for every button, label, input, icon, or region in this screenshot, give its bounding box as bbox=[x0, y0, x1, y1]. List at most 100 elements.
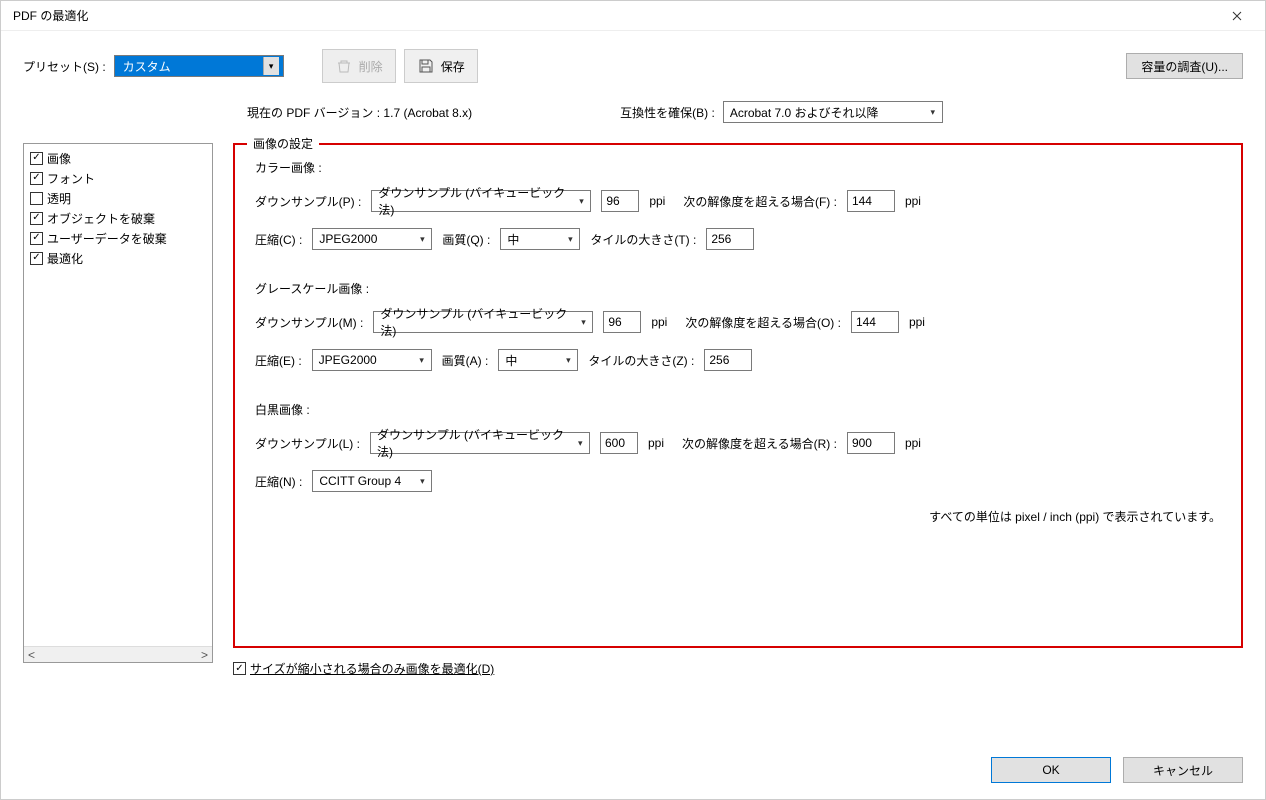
compat-label: 互換性を確保(B) : bbox=[620, 104, 715, 121]
color-qual-label: 画質(Q) : bbox=[442, 231, 490, 248]
sidebar-item-image[interactable]: 画像 bbox=[30, 148, 206, 168]
category-list[interactable]: 画像 フォント 透明 オブジェクトを破棄 ユーザーデータを破棄 bbox=[23, 143, 213, 663]
chevron-down-icon: ▾ bbox=[263, 57, 279, 75]
image-settings-frame: 画像の設定 カラー画像 : ダウンサンプル(P) : ダウンサンプル (バイキュ… bbox=[233, 143, 1243, 648]
mono-ds-label: ダウンサンプル(L) : bbox=[255, 435, 360, 452]
color-over-input[interactable]: 144 bbox=[847, 190, 895, 212]
gray-over-input[interactable]: 144 bbox=[851, 311, 899, 333]
optimize-only-shrink-checkbox[interactable] bbox=[233, 662, 246, 675]
color-qual-value: 中 bbox=[507, 231, 519, 248]
sidebar-item-label: 画像 bbox=[47, 150, 71, 167]
sidebar-item-discard-userdata[interactable]: ユーザーデータを破棄 bbox=[30, 228, 206, 248]
gray-title: グレースケール画像 : bbox=[255, 280, 1221, 297]
mono-over-input[interactable]: 900 bbox=[847, 432, 895, 454]
gray-ds-value: ダウンサンプル (バイキュービック法) bbox=[380, 305, 576, 339]
preset-combo[interactable]: カスタム ▾ bbox=[114, 55, 284, 77]
mono-ds-input[interactable]: 600 bbox=[600, 432, 638, 454]
delete-button-label: 削除 bbox=[359, 58, 383, 75]
mono-ds-combo[interactable]: ダウンサンプル (バイキュービック法) ▾ bbox=[370, 432, 590, 454]
chevron-down-icon: ▾ bbox=[415, 472, 429, 490]
ppi-label: ppi bbox=[905, 436, 929, 450]
chevron-down-icon: ▾ bbox=[575, 192, 589, 210]
sidebar-item-font[interactable]: フォント bbox=[30, 168, 206, 188]
color-tile-input[interactable]: 256 bbox=[706, 228, 754, 250]
close-icon bbox=[1232, 11, 1242, 21]
audit-usage-label: 容量の調査(U)... bbox=[1141, 58, 1228, 75]
save-button-label: 保存 bbox=[441, 58, 465, 75]
compat-value: Acrobat 7.0 およびそれ以降 bbox=[730, 104, 879, 121]
dialog-window: PDF の最適化 プリセット(S) : カスタム ▾ 削除 保存 bbox=[0, 0, 1266, 800]
color-ds-label: ダウンサンプル(P) : bbox=[255, 193, 361, 210]
gray-ds-combo[interactable]: ダウンサンプル (バイキュービック法) ▾ bbox=[373, 311, 593, 333]
h-scrollbar[interactable]: <> bbox=[24, 646, 212, 662]
chevron-down-icon: ▾ bbox=[563, 230, 577, 248]
optimize-only-shrink-label: サイズが縮小される場合のみ画像を最適化(D) bbox=[250, 660, 494, 677]
gray-tile-label: タイルの大きさ(Z) : bbox=[588, 352, 694, 369]
preset-value: カスタム bbox=[123, 58, 171, 75]
sidebar-item-discard-objects[interactable]: オブジェクトを破棄 bbox=[30, 208, 206, 228]
current-version-text: 現在の PDF バージョン : 1.7 (Acrobat 8.x) bbox=[247, 104, 472, 121]
version-row: 現在の PDF バージョン : 1.7 (Acrobat 8.x) 互換性を確保… bbox=[247, 101, 1243, 123]
color-comp-combo[interactable]: JPEG2000 ▾ bbox=[312, 228, 432, 250]
color-qual-combo[interactable]: 中 ▾ bbox=[500, 228, 580, 250]
save-icon bbox=[417, 57, 435, 75]
save-button[interactable]: 保存 bbox=[404, 49, 478, 83]
color-comp-label: 圧縮(C) : bbox=[255, 231, 302, 248]
chevron-down-icon: ▾ bbox=[415, 230, 429, 248]
checkbox[interactable] bbox=[30, 212, 43, 225]
gray-qual-value: 中 bbox=[505, 352, 517, 369]
sidebar-item-label: 最適化 bbox=[47, 250, 83, 267]
ppi-label: ppi bbox=[648, 436, 672, 450]
checkbox[interactable] bbox=[30, 172, 43, 185]
gray-comp-label: 圧縮(E) : bbox=[255, 352, 302, 369]
sidebar-item-label: フォント bbox=[47, 170, 95, 187]
color-ds-value: ダウンサンプル (バイキュービック法) bbox=[378, 184, 574, 218]
close-button[interactable] bbox=[1217, 1, 1257, 31]
ppi-label: ppi bbox=[651, 315, 675, 329]
color-ds-input[interactable]: 96 bbox=[601, 190, 639, 212]
compat-combo[interactable]: Acrobat 7.0 およびそれ以降 ▾ bbox=[723, 101, 943, 123]
mono-comp-label: 圧縮(N) : bbox=[255, 473, 302, 490]
color-comp-value: JPEG2000 bbox=[319, 232, 377, 246]
chevron-down-icon: ▾ bbox=[577, 313, 591, 331]
checkbox[interactable] bbox=[30, 232, 43, 245]
ppi-label: ppi bbox=[649, 194, 673, 208]
preset-row: プリセット(S) : カスタム ▾ 削除 保存 容量の調査(U)... bbox=[23, 49, 1243, 83]
chevron-down-icon: ▾ bbox=[573, 434, 587, 452]
color-over-label: 次の解像度を超える場合(F) : bbox=[683, 193, 837, 210]
checkbox[interactable] bbox=[30, 152, 43, 165]
mono-comp-combo[interactable]: CCITT Group 4 ▾ bbox=[312, 470, 432, 492]
color-tile-label: タイルの大きさ(T) : bbox=[590, 231, 696, 248]
checkbox[interactable] bbox=[30, 192, 43, 205]
color-title: カラー画像 : bbox=[255, 159, 1221, 176]
sidebar-item-label: オブジェクトを破棄 bbox=[47, 210, 155, 227]
audit-usage-button[interactable]: 容量の調査(U)... bbox=[1126, 53, 1243, 79]
gray-qual-combo[interactable]: 中 ▾ bbox=[498, 349, 578, 371]
gray-over-label: 次の解像度を超える場合(O) : bbox=[685, 314, 841, 331]
sidebar-item-cleanup[interactable]: 最適化 bbox=[30, 248, 206, 268]
unit-note: すべての単位は pixel / inch (ppi) で表示されています。 bbox=[255, 508, 1221, 525]
mono-title: 白黒画像 : bbox=[255, 401, 1221, 418]
dialog-footer: OK キャンセル bbox=[23, 729, 1243, 783]
gray-ds-input[interactable]: 96 bbox=[603, 311, 641, 333]
sidebar-item-transparency[interactable]: 透明 bbox=[30, 188, 206, 208]
color-image-section: カラー画像 : ダウンサンプル(P) : ダウンサンプル (バイキュービック法)… bbox=[255, 159, 1221, 250]
ok-button[interactable]: OK bbox=[991, 757, 1111, 783]
gray-qual-label: 画質(A) : bbox=[442, 352, 489, 369]
mono-ds-value: ダウンサンプル (バイキュービック法) bbox=[377, 426, 573, 460]
optimize-only-shrink-row: サイズが縮小される場合のみ画像を最適化(D) bbox=[233, 660, 1243, 677]
color-ds-combo[interactable]: ダウンサンプル (バイキュービック法) ▾ bbox=[371, 190, 591, 212]
image-settings-legend: 画像の設定 bbox=[247, 135, 319, 152]
sidebar-item-label: ユーザーデータを破棄 bbox=[47, 230, 167, 247]
delete-button: 削除 bbox=[322, 49, 396, 83]
gray-comp-value: JPEG2000 bbox=[319, 353, 377, 367]
gray-ds-label: ダウンサンプル(M) : bbox=[255, 314, 363, 331]
gray-comp-combo[interactable]: JPEG2000 ▾ bbox=[312, 349, 432, 371]
gray-tile-input[interactable]: 256 bbox=[704, 349, 752, 371]
chevron-down-icon: ▾ bbox=[415, 351, 429, 369]
grayscale-image-section: グレースケール画像 : ダウンサンプル(M) : ダウンサンプル (バイキュービ… bbox=[255, 280, 1221, 371]
cancel-button[interactable]: キャンセル bbox=[1123, 757, 1243, 783]
dialog-content: プリセット(S) : カスタム ▾ 削除 保存 容量の調査(U)... bbox=[1, 31, 1265, 799]
checkbox[interactable] bbox=[30, 252, 43, 265]
chevron-down-icon: ▾ bbox=[926, 103, 940, 121]
